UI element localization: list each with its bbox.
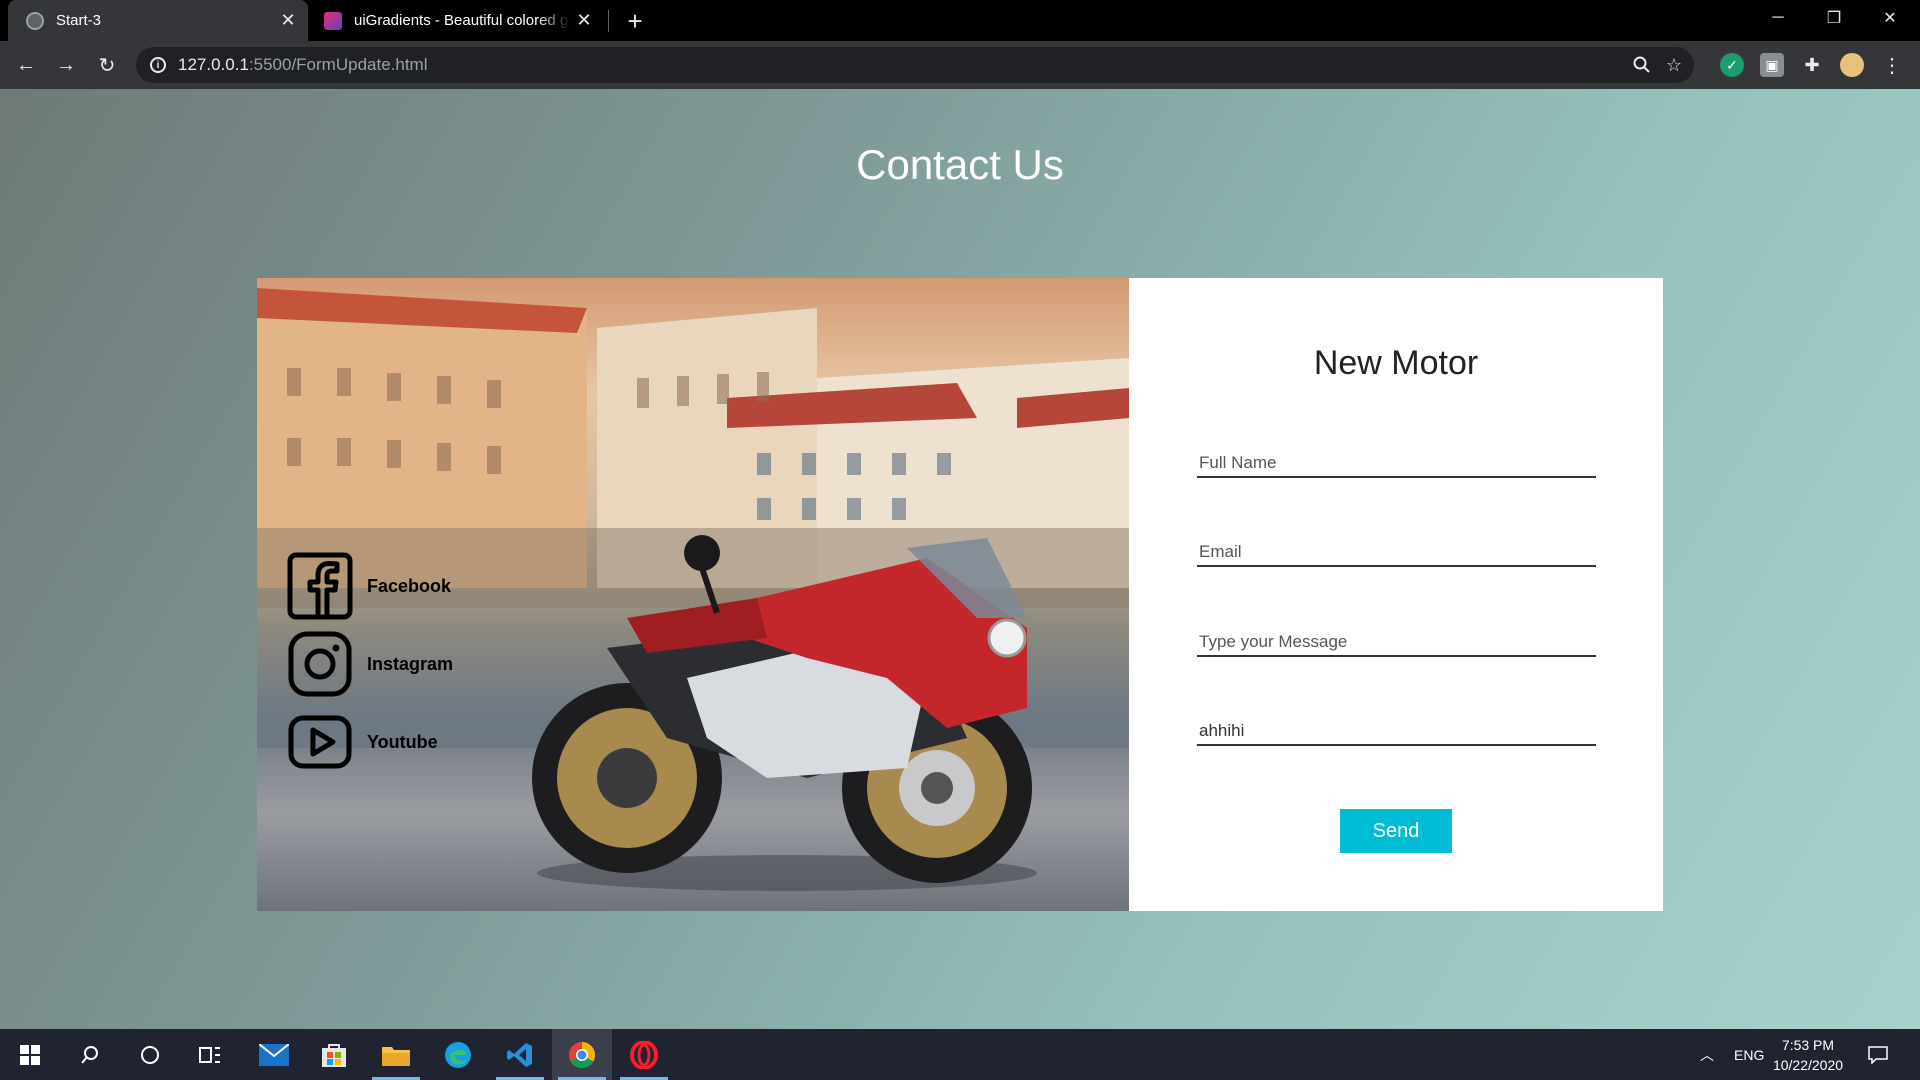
address-bar[interactable]: i 127.0.0.1 :5500/FormUpdate.html ☆ — [136, 47, 1694, 83]
opera-icon[interactable] — [614, 1029, 674, 1080]
globe-icon — [26, 11, 44, 30]
extensions-puzzle-icon[interactable]: ✚ — [1800, 53, 1824, 77]
shield-extension-icon[interactable]: ✓ — [1720, 53, 1744, 77]
close-window-button[interactable]: ✕ — [1862, 0, 1918, 36]
clock-date: 10/22/2020 — [1772, 1057, 1844, 1073]
uigradients-favicon-icon — [324, 11, 342, 30]
message-input[interactable] — [1197, 629, 1596, 655]
windows-start-icon[interactable] — [0, 1029, 60, 1080]
youtube-link[interactable]: Youtube — [287, 708, 438, 776]
browser-toolbar: ← → ↻ i 127.0.0.1 :5500/FormUpdate.html … — [0, 41, 1920, 89]
facebook-icon — [287, 552, 353, 620]
send-button[interactable]: Send — [1340, 809, 1452, 853]
info-icon[interactable]: i — [150, 57, 166, 73]
zoom-icon[interactable] — [1628, 51, 1656, 79]
facebook-link[interactable]: Facebook — [287, 552, 451, 620]
edge-icon[interactable] — [428, 1029, 488, 1080]
restore-button[interactable]: ❐ — [1806, 0, 1862, 36]
new-tab-button[interactable]: + — [620, 6, 650, 36]
tab-strip: Start-3 ✕ uiGradients - Beautiful colore… — [0, 0, 1920, 41]
vscode-icon[interactable] — [490, 1029, 550, 1080]
reload-button[interactable]: ↻ — [91, 49, 123, 81]
profile-avatar[interactable] — [1840, 53, 1864, 77]
tab-separator — [608, 10, 609, 32]
page-title: Contact Us — [856, 141, 1064, 188]
page-body: Contact Us Facebook Instagram Youtube Ne… — [0, 89, 1920, 1029]
windows-taskbar: ︿ ENG 7:53 PM 10/22/2020 — [0, 1029, 1920, 1080]
file-explorer-icon[interactable] — [366, 1029, 426, 1080]
youtube-icon — [288, 715, 352, 769]
email-field — [1197, 539, 1596, 567]
extension-icon[interactable]: ▣ — [1760, 53, 1784, 77]
tab-start-3[interactable]: Start-3 ✕ — [8, 0, 308, 41]
microsoft-store-icon[interactable] — [304, 1029, 364, 1080]
instagram-label: Instagram — [367, 653, 454, 674]
clock[interactable]: 7:53 PM 10/22/2020 — [1768, 1035, 1848, 1075]
task-view-icon[interactable] — [180, 1029, 240, 1080]
contact-form: New Motor Send — [1129, 278, 1663, 911]
mail-icon[interactable] — [244, 1029, 304, 1080]
close-tab-icon[interactable]: ✕ — [274, 7, 302, 35]
back-button[interactable]: ← — [10, 49, 42, 81]
minimize-button[interactable]: ─ — [1750, 0, 1806, 36]
language-indicator[interactable]: ENG — [1734, 1029, 1764, 1080]
full-name-field — [1197, 450, 1596, 478]
search-icon[interactable] — [60, 1029, 120, 1080]
youtube-label: Youtube — [367, 731, 438, 752]
facebook-label: Facebook — [367, 575, 452, 596]
url-path: :5500/FormUpdate.html — [248, 55, 428, 74]
instagram-link[interactable]: Instagram — [287, 630, 453, 698]
instagram-icon — [288, 631, 352, 697]
tab-uigradients[interactable]: uiGradients - Beautiful colored gradient… — [312, 0, 604, 41]
extra-field — [1197, 718, 1596, 746]
tab-title: Start-3 — [56, 12, 102, 29]
contact-card: Facebook Instagram Youtube New Motor Ful… — [257, 278, 1663, 911]
cortana-icon[interactable] — [120, 1029, 180, 1080]
notification-center-icon[interactable] — [1868, 1029, 1888, 1080]
close-tab-icon[interactable]: ✕ — [570, 7, 598, 35]
chrome-icon[interactable] — [552, 1029, 612, 1080]
email-input[interactable] — [1197, 539, 1596, 565]
menu-kebab-icon[interactable]: ⋮ — [1880, 53, 1904, 77]
form-title: New Motor — [1313, 344, 1479, 382]
forward-button[interactable]: → — [50, 49, 82, 81]
url-host: 127.0.0.1 — [178, 55, 249, 74]
extra-input[interactable] — [1197, 718, 1596, 744]
bookmark-star-icon[interactable]: ☆ — [1660, 51, 1688, 79]
motorcycle-illustration — [532, 535, 1037, 891]
clock-time: 7:53 PM — [1781, 1037, 1835, 1053]
full-name-input[interactable] — [1197, 450, 1596, 476]
message-field — [1197, 629, 1596, 657]
tab-title: uiGradients - Beautiful colored gradient… — [354, 12, 570, 29]
show-hidden-icons-chevron-icon[interactable]: ︿ — [1700, 1029, 1714, 1080]
motorcycle-photo: Facebook Instagram Youtube — [257, 278, 1129, 911]
